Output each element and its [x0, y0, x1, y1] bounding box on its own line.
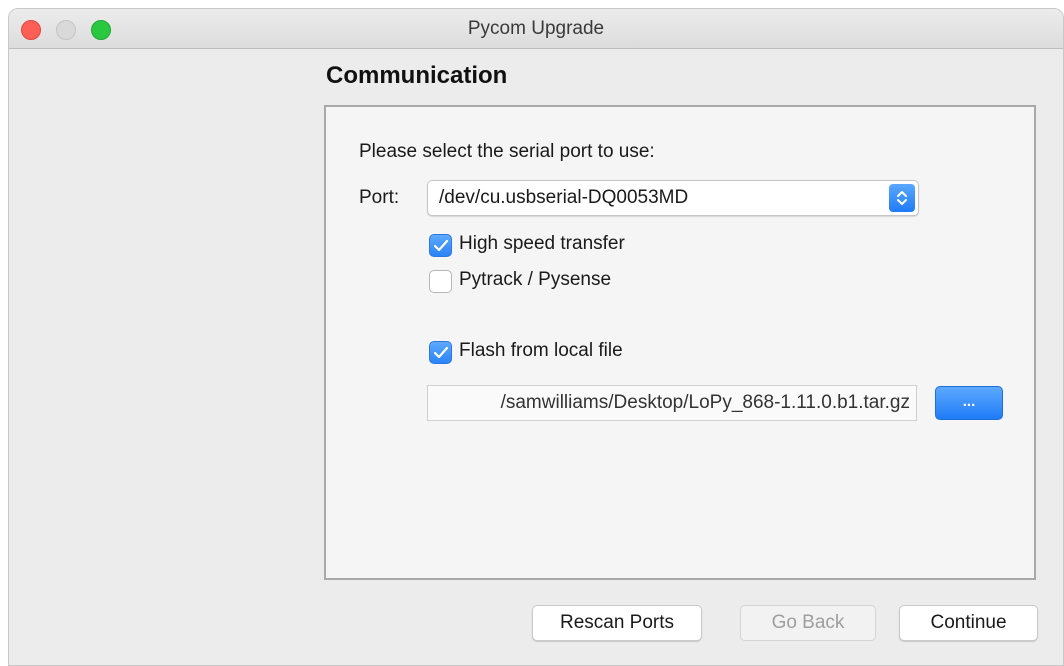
flash-local-file-checkbox[interactable] [429, 341, 452, 364]
port-label: Port: [359, 187, 400, 208]
high-speed-transfer-checkbox[interactable] [429, 234, 452, 257]
port-select[interactable]: /dev/cu.usbserial-DQ0053MD [427, 180, 919, 216]
port-select-value: /dev/cu.usbserial-DQ0053MD [439, 187, 689, 208]
port-prompt: Please select the serial port to use: [359, 141, 655, 162]
app-window: Pycom Upgrade Communication Please selec… [8, 8, 1064, 666]
flash-local-file-label: Flash from local file [459, 340, 623, 361]
sidebar [9, 50, 305, 665]
communication-panel: Please select the serial port to use: Po… [324, 105, 1036, 580]
local-file-path-input[interactable]: /samwilliams/Desktop/LoPy_868-1.11.0.b1.… [427, 385, 917, 421]
browse-file-button[interactable]: ... [935, 386, 1003, 420]
page-title: Communication [326, 62, 508, 89]
pytrack-pysense-label: Pytrack / Pysense [459, 269, 612, 290]
go-back-button: Go Back [740, 605, 876, 641]
local-file-path-value: /samwilliams/Desktop/LoPy_868-1.11.0.b1.… [500, 392, 910, 413]
updown-arrows-icon[interactable] [889, 184, 915, 212]
title-bar[interactable]: Pycom Upgrade [9, 9, 1063, 49]
rescan-ports-button[interactable]: Rescan Ports [532, 605, 702, 641]
pytrack-pysense-checkbox[interactable] [429, 270, 452, 293]
high-speed-transfer-label: High speed transfer [459, 233, 625, 254]
continue-button[interactable]: Continue [899, 605, 1038, 641]
window-title: Pycom Upgrade [467, 18, 605, 39]
